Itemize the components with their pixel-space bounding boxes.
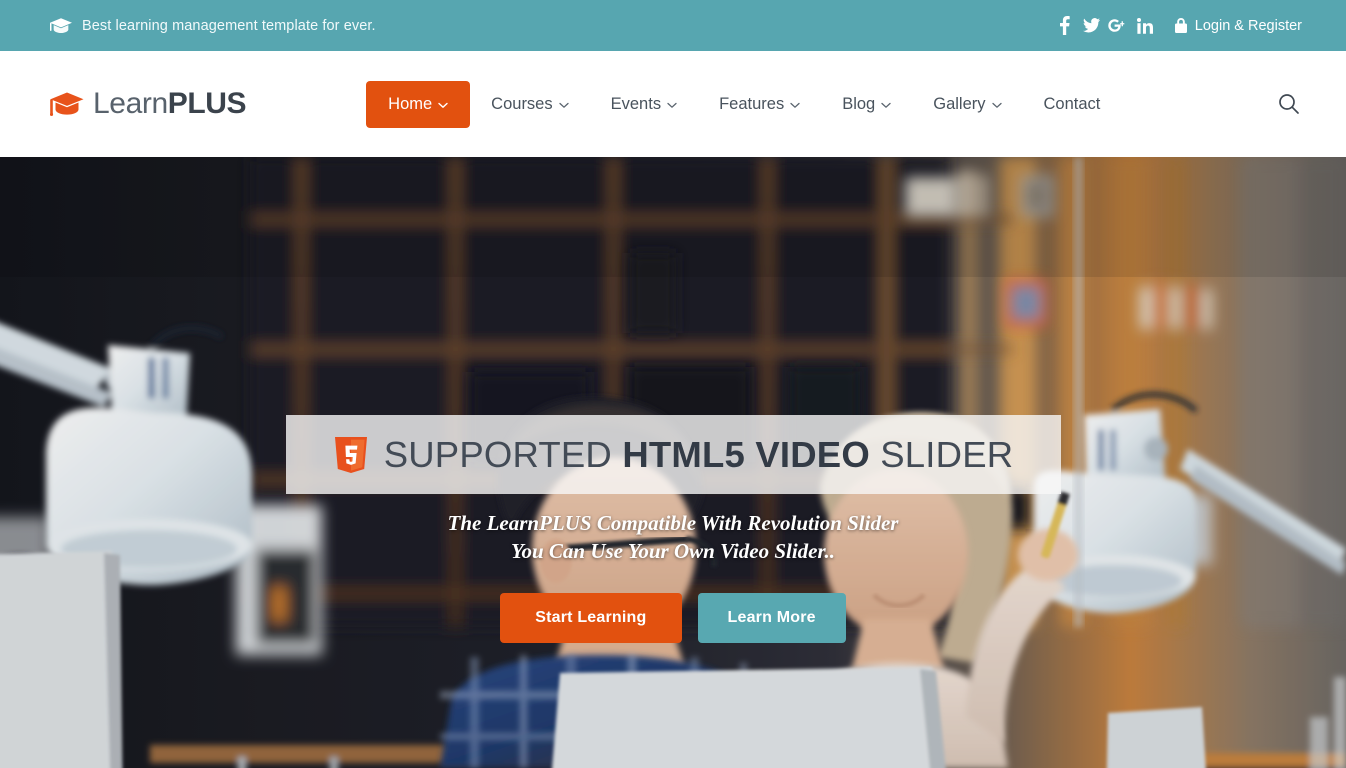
hero-subtitle-line-1: The LearnPLUS Compatible With Revolution…	[447, 511, 899, 535]
nav-item-contact[interactable]: Contact	[1023, 84, 1122, 125]
linkedin-icon[interactable]	[1132, 11, 1159, 41]
hero-slider[interactable]: SUPPORTED HTML5 VIDEO SLIDER The LearnPL…	[0, 157, 1346, 768]
html5-logo-icon	[334, 436, 368, 474]
facebook-icon[interactable]	[1051, 11, 1078, 41]
nav-label: Contact	[1043, 94, 1101, 113]
hero-title-part1: SUPPORTED	[383, 433, 623, 475]
nav-item-courses[interactable]: Courses	[470, 84, 589, 125]
tagline-text: Best learning management template for ev…	[82, 17, 376, 34]
hero-cta-group: Start Learning Learn More	[0, 593, 1346, 643]
hero-content: SUPPORTED HTML5 VIDEO SLIDER The LearnPL…	[0, 157, 1346, 768]
nav-label: Courses	[491, 94, 553, 113]
main-navigation: Home Courses Events Features Blog Galler…	[366, 80, 1122, 128]
hero-subtitle-line-2: You Can Use Your Own Video Slider..	[510, 539, 836, 563]
nav-item-events[interactable]: Events	[590, 84, 698, 125]
nav-label: Blog	[842, 94, 876, 113]
hero-title-band: SUPPORTED HTML5 VIDEO SLIDER	[286, 415, 1061, 494]
hero-title: SUPPORTED HTML5 VIDEO SLIDER	[384, 434, 1014, 476]
chevron-down-icon	[790, 95, 800, 114]
chevron-down-icon	[881, 95, 891, 114]
hero-title-part3: SLIDER	[869, 433, 1014, 475]
nav-label: Home	[388, 94, 433, 113]
nav-label: Features	[719, 94, 785, 113]
top-utility-bar: Best learning management template for ev…	[0, 0, 1346, 51]
nav-item-gallery[interactable]: Gallery	[912, 84, 1022, 125]
login-register-link[interactable]: Login & Register	[1174, 17, 1302, 34]
chevron-down-icon	[667, 95, 677, 114]
hero-subtitle: The LearnPLUS Compatible With Revolution…	[0, 509, 1346, 565]
site-logo[interactable]: LearnPLUS	[49, 87, 247, 121]
nav-label: Events	[610, 94, 662, 113]
hero-title-part2: HTML5 VIDEO	[622, 433, 870, 475]
nav-label: Gallery	[933, 94, 986, 113]
logo-text-bold: PLUS	[167, 87, 247, 120]
lock-icon	[1174, 18, 1187, 33]
logo-text-light: Learn	[93, 87, 168, 120]
tagline-group: Best learning management template for ev…	[50, 18, 376, 34]
chevron-down-icon	[991, 95, 1002, 114]
graduation-cap-icon	[50, 17, 72, 34]
chevron-down-icon	[438, 95, 448, 114]
login-register-label: Login & Register	[1194, 17, 1302, 34]
search-icon[interactable]	[1272, 87, 1306, 121]
logo-text: LearnPLUS	[93, 87, 247, 121]
graduation-cap-icon	[49, 92, 84, 117]
nav-item-features[interactable]: Features	[698, 84, 821, 125]
learn-more-button[interactable]: Learn More	[697, 593, 846, 643]
chevron-down-icon	[558, 95, 569, 114]
topbar-right-group: Login & Register	[1051, 11, 1302, 41]
twitter-icon[interactable]	[1078, 11, 1105, 41]
site-header: LearnPLUS Home Courses Events Features B…	[0, 51, 1346, 157]
start-learning-button[interactable]: Start Learning	[500, 593, 682, 643]
google-plus-icon[interactable]	[1105, 11, 1132, 41]
nav-item-blog[interactable]: Blog	[821, 84, 912, 125]
nav-item-home[interactable]: Home	[366, 80, 471, 128]
